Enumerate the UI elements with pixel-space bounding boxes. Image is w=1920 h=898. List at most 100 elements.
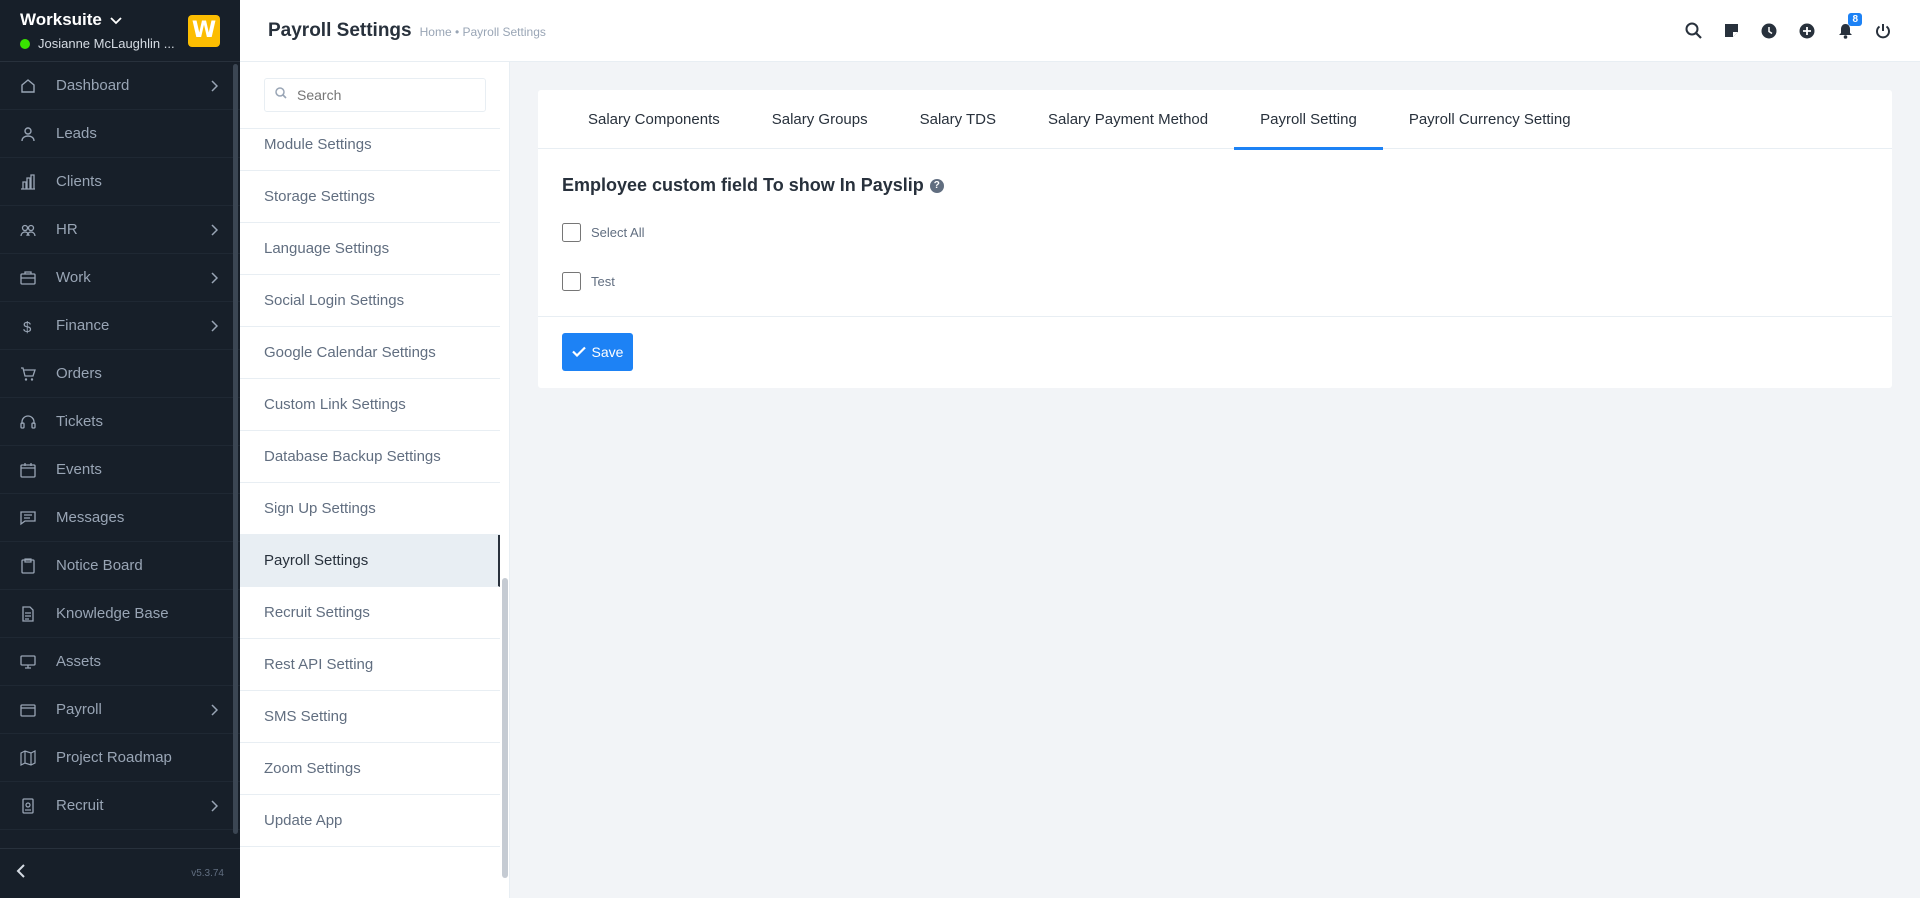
clock-icon[interactable] <box>1760 22 1778 40</box>
sidebar-item-label: Leads <box>56 125 97 142</box>
settings-item-database-backup-settings[interactable]: Database Backup Settings <box>240 431 500 483</box>
sidebar-item-project-roadmap[interactable]: Project Roadmap <box>0 734 240 782</box>
house-icon <box>20 78 36 94</box>
collapse-sidebar-icon[interactable] <box>16 864 26 883</box>
tab-payroll-setting[interactable]: Payroll Setting <box>1234 90 1383 150</box>
sidebar-item-payroll[interactable]: Payroll <box>0 686 240 734</box>
sticky-note-icon[interactable] <box>1722 22 1740 40</box>
sidebar-item-finance[interactable]: $ Finance <box>0 302 240 350</box>
chevron-right-icon <box>211 271 219 288</box>
sidebar-scrollbar[interactable] <box>233 64 238 834</box>
settings-item-zoom-settings[interactable]: Zoom Settings <box>240 743 500 795</box>
sidebar-item-label: Payroll <box>56 701 102 718</box>
select-all-checkbox-row[interactable]: Select All <box>562 223 644 242</box>
settings-item-language-settings[interactable]: Language Settings <box>240 223 500 275</box>
app-logo[interactable]: W <box>188 15 220 47</box>
sidebar-item-notice-board[interactable]: Notice Board <box>0 542 240 590</box>
breadcrumb[interactable]: Home • Payroll Settings <box>420 25 546 39</box>
sidebar-item-messages[interactable]: Messages <box>0 494 240 542</box>
tab-salary-payment-method[interactable]: Salary Payment Method <box>1022 90 1234 149</box>
help-icon[interactable]: ? <box>929 178 944 193</box>
chevron-right-icon <box>211 79 219 96</box>
select-all-checkbox[interactable] <box>562 223 581 242</box>
sidebar-item-tickets[interactable]: Tickets <box>0 398 240 446</box>
people-icon <box>20 222 36 238</box>
settings-item-social-login-settings[interactable]: Social Login Settings <box>240 275 500 327</box>
settings-item-update-app[interactable]: Update App <box>240 795 500 847</box>
settings-search[interactable] <box>264 78 486 112</box>
sidebar-item-label: Dashboard <box>56 77 130 94</box>
headset-icon <box>20 414 36 430</box>
settings-menu: Theme SettingsModule SettingsStorage Set… <box>240 62 510 898</box>
tab-salary-components[interactable]: Salary Components <box>562 90 746 149</box>
main-sidebar: Worksuite Josianne McLaughlin ... W Dash… <box>0 0 240 898</box>
notification-badge: 8 <box>1848 12 1862 26</box>
settings-item-sms-setting[interactable]: SMS Setting <box>240 691 500 743</box>
chevron-down-icon[interactable] <box>110 10 122 30</box>
test-checkbox[interactable] <box>562 272 581 291</box>
sidebar-item-hr[interactable]: HR <box>0 206 240 254</box>
search-icon[interactable] <box>1684 22 1702 40</box>
sidebar-item-label: Assets <box>56 653 102 670</box>
chat-icon <box>20 510 36 526</box>
select-all-label: Select All <box>591 225 645 240</box>
cart-icon <box>20 366 36 382</box>
user-name: Josianne McLaughlin ... <box>38 36 175 51</box>
page-title: Payroll Settings <box>268 19 412 41</box>
document-icon <box>20 605 36 622</box>
test-checkbox-row[interactable]: Test <box>562 272 615 291</box>
power-icon[interactable] <box>1874 22 1892 40</box>
sidebar-item-orders[interactable]: Orders <box>0 350 240 398</box>
settings-item-rest-api-setting[interactable]: Rest API Setting <box>240 639 500 691</box>
tab-payroll-currency-setting[interactable]: Payroll Currency Setting <box>1383 90 1597 149</box>
sidebar-item-assets[interactable]: Assets <box>0 638 240 686</box>
sidebar-item-events[interactable]: Events <box>0 446 240 494</box>
person-icon <box>20 126 36 142</box>
display-icon <box>20 654 36 670</box>
brand-header[interactable]: Worksuite Josianne McLaughlin ... W <box>0 0 240 62</box>
sidebar-item-label: Events <box>56 461 102 478</box>
sidebar-item-knowledge-base[interactable]: Knowledge Base <box>0 590 240 638</box>
calendar-icon <box>20 462 36 478</box>
roadmap-icon <box>20 749 36 766</box>
sidebar-item-label: Recruit <box>56 797 104 814</box>
bell-icon[interactable]: 8 <box>1836 12 1862 40</box>
section-title: Employee custom field To show In Payslip <box>562 175 924 195</box>
sidebar-nav: Dashboard Leads Clients HR Work $ Finance Order… <box>0 62 240 830</box>
plus-circle-icon[interactable] <box>1798 22 1816 40</box>
briefcase-icon <box>20 270 36 286</box>
dollar-icon: $ <box>20 318 36 334</box>
settings-item-storage-settings[interactable]: Storage Settings <box>240 171 500 223</box>
sidebar-item-label: Orders <box>56 365 102 382</box>
building-icon <box>20 173 36 190</box>
sidebar-item-label: Notice Board <box>56 557 143 574</box>
settings-item-recruit-settings[interactable]: Recruit Settings <box>240 587 500 639</box>
save-button[interactable]: Save <box>562 333 633 371</box>
chevron-right-icon <box>211 799 219 816</box>
sidebar-item-clients[interactable]: Clients <box>0 158 240 206</box>
settings-list: Theme SettingsModule SettingsStorage Set… <box>240 128 500 898</box>
brand-name: Worksuite <box>20 10 102 29</box>
settings-search-input[interactable] <box>297 87 477 103</box>
online-status-dot <box>20 38 30 49</box>
settings-scrollbar[interactable] <box>502 578 508 878</box>
sidebar-item-work[interactable]: Work <box>0 254 240 302</box>
settings-item-custom-link-settings[interactable]: Custom Link Settings <box>240 379 500 431</box>
payroll-settings-card: Salary Components Salary Groups Salary TDS… <box>538 90 1892 388</box>
tab-salary-tds[interactable]: Salary TDS <box>894 90 1022 149</box>
sidebar-item-label: Tickets <box>56 413 103 430</box>
sidebar-item-recruit[interactable]: Recruit <box>0 782 240 830</box>
sidebar-item-leads[interactable]: Leads <box>0 110 240 158</box>
settings-tabs: Salary Components Salary Groups Salary TDS… <box>538 90 1892 150</box>
sidebar-item-dashboard[interactable]: Dashboard <box>0 62 240 110</box>
settings-item-module-settings[interactable]: Module Settings <box>240 129 500 171</box>
settings-item-payroll-settings[interactable]: Payroll Settings <box>240 535 500 587</box>
settings-item-sign-up-settings[interactable]: Sign Up Settings <box>240 483 500 535</box>
topbar: Payroll Settings Home • Payroll Settings… <box>240 0 1920 62</box>
sidebar-item-label: Project Roadmap <box>56 749 172 766</box>
tab-salary-groups[interactable]: Salary Groups <box>746 90 894 149</box>
settings-item-google-calendar-settings[interactable]: Google Calendar Settings <box>240 327 500 379</box>
sidebar-item-label: Clients <box>56 173 102 190</box>
save-button-label: Save <box>591 344 624 360</box>
badge-icon <box>20 797 36 814</box>
